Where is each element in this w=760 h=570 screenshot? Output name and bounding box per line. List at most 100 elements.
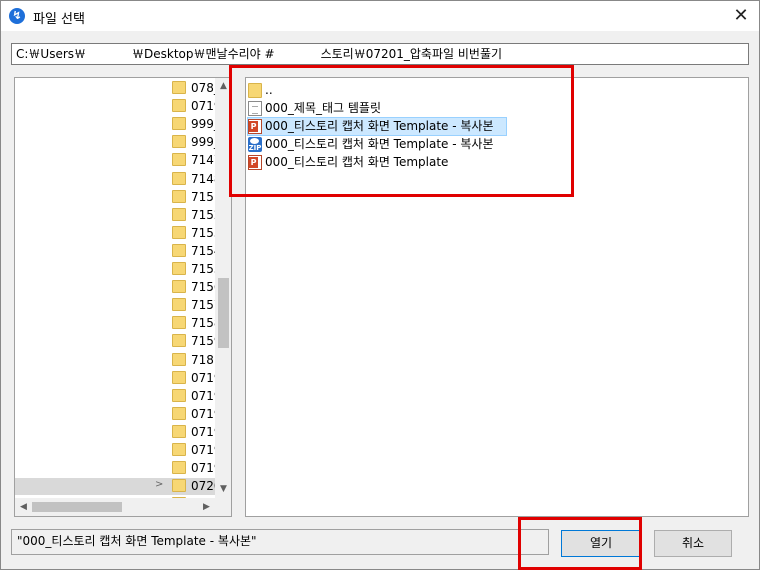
file-name-label: 000_티스토리 캡처 화면 Template - 복사본 <box>265 119 494 133</box>
powerpoint-icon <box>248 119 262 134</box>
path-input[interactable]: C:￦Users￦ ￦Desktop￦맨날수리야 # 스토리￦07201_압축파일 … <box>11 43 749 65</box>
tree-item[interactable]: 7148 <box>15 171 215 188</box>
folder-icon <box>172 443 186 456</box>
scroll-up-arrow-icon[interactable]: ▲ <box>215 78 231 95</box>
file-name-label: 000_제목_태그 템플릿 <box>265 101 381 115</box>
tree-item-label: 7147 <box>191 153 215 168</box>
tree-item-label: 0719 <box>191 461 215 476</box>
scroll-left-arrow-icon[interactable]: ◀ <box>15 498 32 516</box>
folder-icon <box>172 225 186 239</box>
tree-item[interactable]: 7147 <box>15 152 215 169</box>
scroll-thumb[interactable] <box>218 278 229 348</box>
tree-item-label: 7158 <box>191 316 215 331</box>
zip-icon: ZIP <box>248 137 262 152</box>
scrollbar-corner <box>215 498 231 516</box>
file-list-item[interactable]: .. <box>248 82 498 99</box>
scroll-thumb[interactable] <box>32 502 122 512</box>
tree-item-label: 999_ <box>191 117 215 132</box>
tree-item[interactable]: 7157 <box>15 297 215 314</box>
tree-item[interactable]: 0719 <box>15 406 215 423</box>
file-name-label: 000_티스토리 캡처 화면 Template - 복사본 <box>265 137 494 151</box>
tree-item-label: 078_ <box>191 81 215 95</box>
tree-item-label: 0719 <box>191 370 215 385</box>
folder-icon <box>172 207 186 221</box>
folder-icon <box>172 189 186 203</box>
folder-icon <box>172 153 186 167</box>
tree-item-label: 0719 <box>191 99 215 114</box>
tree-item[interactable]: 999_ <box>15 134 215 151</box>
path-segment: ￦Desktop￦맨날수리야 # <box>132 47 275 61</box>
folder-tree[interactable]: 078_ 0719 999_ 999_ 7147 7148 7151 7152 7153 7154… <box>14 77 232 517</box>
folder-icon <box>172 135 186 149</box>
tree-item-label: 7155 <box>191 262 215 276</box>
tree-item[interactable]: 0719 <box>15 370 215 387</box>
folder-icon <box>172 280 186 294</box>
tree-item-label: 7148 <box>191 171 215 186</box>
tree-item[interactable]: 078_ <box>15 80 215 97</box>
file-list-item[interactable]: 000_티스토리 캡처 화면 Template - 복사본 <box>247 117 507 136</box>
tree-item[interactable]: 7151 <box>15 189 215 206</box>
tree-item[interactable]: 0719 <box>15 388 215 405</box>
tree-item[interactable]: 0719 <box>15 442 215 459</box>
cancel-button[interactable]: 취소 <box>654 530 732 557</box>
folder-icon <box>172 243 186 257</box>
tree-horizontal-scrollbar[interactable]: ◀ ▶ <box>15 498 215 516</box>
folder-icon <box>248 83 262 98</box>
expand-chevron-icon[interactable]: > <box>155 479 163 490</box>
text-file-icon <box>248 101 262 116</box>
open-button[interactable]: 열기 <box>561 530 641 557</box>
app-icon: ↯ <box>9 8 25 24</box>
tree-item-label: 7154 <box>191 243 215 258</box>
tree-item-label: 7159 <box>191 334 215 349</box>
tree-vertical-scrollbar[interactable]: ▲ ▼ <box>215 78 231 498</box>
close-button[interactable]: ✕ <box>723 1 759 31</box>
folder-icon <box>172 388 186 402</box>
tree-item[interactable]: 7156 <box>15 279 215 296</box>
tree-item-label: 7181 <box>191 352 215 367</box>
tree-item[interactable]: 0719 <box>15 460 215 477</box>
tree-item-label: 7153 <box>191 225 215 240</box>
file-list-item[interactable]: 000_제목_태그 템플릿 <box>248 100 498 117</box>
redacted-segment <box>274 44 321 64</box>
file-list-item[interactable]: 000_티스토리 캡처 화면 Template <box>248 154 498 171</box>
file-list-item[interactable]: ZIP 000_티스토리 캡처 화면 Template - 복사본 <box>248 136 498 153</box>
tree-item[interactable]: 7153 <box>15 225 215 242</box>
file-select-dialog: ↯ 파일 선택 ✕ C:￦Users￦ ￦Desktop￦맨날수리야 # 스토리￦0… <box>0 0 760 570</box>
tree-item[interactable]: 7159 <box>15 333 215 350</box>
folder-icon <box>172 316 186 330</box>
window-title: 파일 선택 <box>33 12 85 27</box>
tree-item-label: 999_ <box>191 135 215 150</box>
folder-icon <box>172 298 186 312</box>
folder-icon <box>172 424 186 438</box>
tree-item[interactable]: 7155 <box>15 261 215 278</box>
tree-item-label: 0719 <box>191 406 215 421</box>
powerpoint-icon <box>248 155 262 170</box>
tree-item[interactable]: 0719 <box>15 98 215 115</box>
scroll-down-arrow-icon[interactable]: ▼ <box>215 481 231 498</box>
tree-item-label: 0719 <box>191 388 215 403</box>
folder-icon <box>172 461 186 475</box>
tree-item-label: 7157 <box>191 298 215 313</box>
folder-icon <box>172 117 186 131</box>
scroll-right-arrow-icon[interactable]: ▶ <box>198 498 215 516</box>
tree-item[interactable]: 7152 <box>15 207 215 224</box>
tree-item-label: 0719 <box>191 443 215 457</box>
tree-item-label: 0719 <box>191 424 215 439</box>
folder-icon <box>172 262 186 275</box>
filename-input[interactable]: "000_티스토리 캡처 화면 Template - 복사본" <box>11 529 549 555</box>
file-list[interactable]: .. 000_제목_태그 템플릿 000_티스토리 캡처 화면 Template -… <box>245 77 749 517</box>
folder-icon <box>172 370 186 384</box>
folder-icon <box>172 406 186 420</box>
tree-item[interactable]: 7158 <box>15 315 215 332</box>
tree-item[interactable]: 999_ <box>15 116 215 133</box>
tree-item-label: 7152 <box>191 207 215 222</box>
tree-item[interactable]: 7181 <box>15 352 215 369</box>
folder-icon <box>172 99 186 113</box>
tree-item[interactable]: >0720 <box>15 478 215 496</box>
folder-icon <box>172 352 186 366</box>
tree-item-label: 7156 <box>191 280 215 295</box>
path-segment: C:￦Users￦ <box>16 47 87 61</box>
tree-item[interactable]: 0719 <box>15 424 215 441</box>
file-name-label: 000_티스토리 캡처 화면 Template <box>265 155 449 169</box>
tree-item[interactable]: 7154 <box>15 243 215 260</box>
